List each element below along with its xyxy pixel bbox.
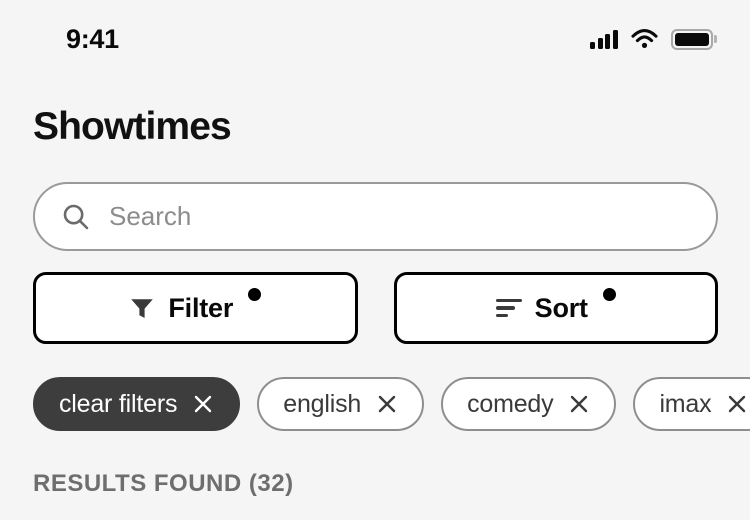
sort-button-label: Sort (534, 292, 588, 323)
search-icon (61, 202, 91, 232)
chip-label: comedy (467, 389, 554, 418)
battery-full-icon (670, 28, 717, 50)
status-bar-icons (590, 28, 717, 50)
filter-button[interactable]: Filter (33, 272, 358, 344)
close-icon[interactable] (568, 393, 590, 415)
page-title: Showtimes (33, 105, 232, 148)
cellular-signal-icon (590, 29, 618, 49)
close-icon[interactable] (192, 393, 214, 415)
close-icon[interactable] (726, 393, 748, 415)
chip-label: imax (659, 389, 712, 418)
chip-clear-filters[interactable]: clear filters (33, 377, 241, 431)
sort-button[interactable]: Sort (393, 272, 718, 344)
filter-chip-row[interactable]: clear filters english comedy imax (33, 377, 750, 431)
search-input[interactable] (109, 196, 690, 237)
sort-badge-dot (602, 288, 616, 301)
chip-label: english (283, 389, 362, 418)
filter-funnel-icon (129, 295, 155, 321)
filter-button-label: Filter (168, 292, 234, 323)
chip-label: clear filters (59, 389, 178, 418)
filter-sort-row: Filter Sort (33, 272, 718, 344)
chip-imax[interactable]: imax (633, 377, 750, 431)
close-icon[interactable] (376, 393, 398, 415)
chip-english[interactable]: english (257, 377, 425, 431)
status-bar-time: 9:41 (66, 23, 119, 54)
filter-badge-dot (248, 288, 262, 301)
status-bar: 9:41 (0, 0, 750, 78)
showtimes-screen: 9:41 Showtimes Search Filter Sort clear … (0, 0, 750, 520)
results-found-label: RESULTS FOUND (32) (33, 470, 294, 497)
wifi-icon (630, 29, 658, 49)
search-bar[interactable] (33, 182, 718, 251)
sort-lines-icon (495, 298, 522, 318)
chip-comedy[interactable]: comedy (441, 377, 617, 431)
